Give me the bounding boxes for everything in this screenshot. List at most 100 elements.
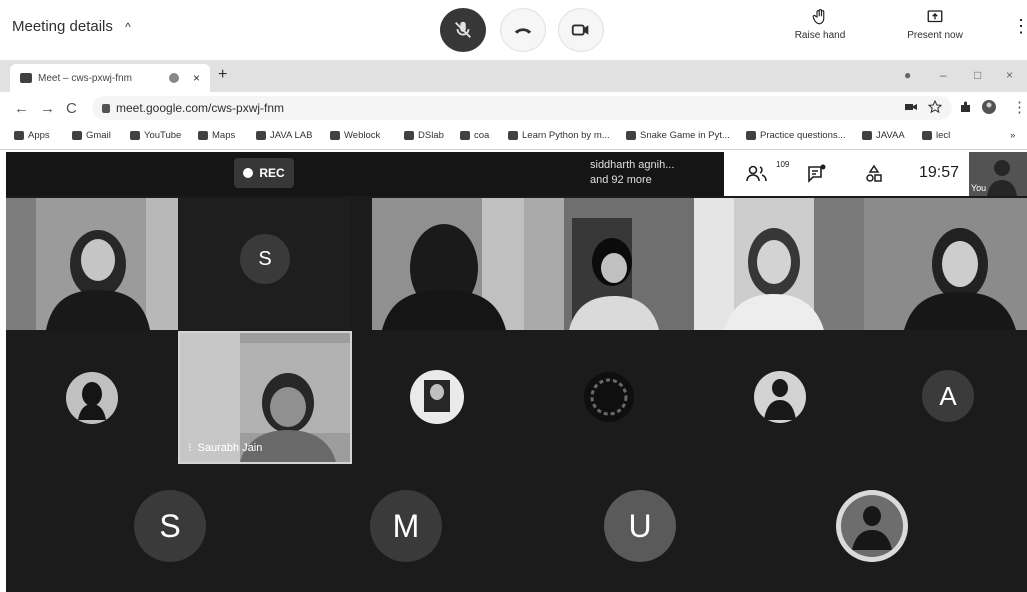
avatar[interactable] (982, 100, 996, 114)
forward-icon[interactable]: → (40, 100, 55, 117)
meeting-details-label: Meeting details (12, 18, 113, 35)
bookmark-label: YouTube (144, 130, 182, 141)
present-icon (927, 10, 943, 23)
avatar[interactable]: M (370, 490, 442, 562)
bookmark-label: Snake Game in Pyt... (640, 130, 730, 141)
avatar (66, 372, 118, 424)
participant-tile[interactable] (6, 332, 178, 462)
apps-grid-icon (14, 131, 24, 140)
bookmark-label: Gmail (86, 130, 111, 141)
bookmark-javaa[interactable]: JAVAA (862, 130, 905, 141)
audio-level-icon: ⁝ (188, 442, 192, 454)
reload-icon[interactable]: C (66, 100, 77, 117)
bookmark-label: Weblock (344, 130, 381, 141)
participant-video (6, 198, 178, 330)
folder-icon (256, 131, 266, 140)
participant-video-tile[interactable] (372, 198, 524, 330)
profile-icon[interactable]: ● (904, 68, 911, 82)
bookmark-apps[interactable]: Apps (14, 130, 50, 141)
hand-icon (812, 8, 825, 25)
bookmark-label: Practice questions... (760, 130, 846, 141)
bookmark-label: Learn Python by m... (522, 130, 610, 141)
chat-icon[interactable] (806, 164, 826, 184)
participant-video (524, 198, 659, 330)
screen: Meeting details ^ Raise hand Present now… (0, 0, 1027, 592)
bookmark-java-lab[interactable]: JAVA LAB (256, 130, 312, 141)
participant-video (694, 198, 864, 330)
participant-tile[interactable]: A (864, 332, 1027, 462)
bookmark-coa[interactable]: coa (460, 130, 489, 141)
maximize-icon[interactable]: □ (974, 68, 981, 82)
tab-title: Meet – cws-pxwj-fnm (38, 72, 132, 84)
avatar[interactable]: U (604, 490, 676, 562)
close-tab-icon[interactable]: × (193, 71, 200, 85)
back-icon[interactable]: ← (14, 100, 29, 117)
camera-in-use-icon[interactable] (904, 100, 918, 114)
avatar[interactable]: S (134, 490, 206, 562)
more-options-icon[interactable]: ⋮ (1012, 16, 1027, 37)
bookmark-label: Maps (212, 130, 236, 141)
location-pin-icon (460, 131, 470, 140)
camera-toggle-button[interactable] (558, 8, 604, 52)
activities-icon[interactable] (864, 164, 884, 184)
meeting-stage: REC siddharth agnih... and 92 more 109 1… (6, 152, 1027, 592)
participant-tile[interactable] (694, 332, 864, 462)
participant-video-tile[interactable] (6, 198, 178, 330)
raise-hand-button[interactable]: Raise hand (790, 8, 850, 41)
tab-meet[interactable]: Meet – cws-pxwj-fnm × (10, 64, 210, 92)
recording-indicator[interactable]: REC (234, 158, 294, 188)
gmail-icon (72, 131, 82, 140)
avatar (410, 370, 464, 424)
others-line-2: and 92 more (590, 174, 652, 186)
people-icon[interactable] (746, 164, 768, 184)
participant-row: S M U (6, 464, 1027, 592)
close-window-icon[interactable]: × (1006, 68, 1013, 82)
bookmark-label: coa (474, 130, 490, 141)
folder-icon (922, 131, 932, 140)
browser-tab-bar: Meet – cws-pxwj-fnm × + ● – □ × (0, 60, 1027, 92)
page-icon (508, 131, 518, 140)
camera-icon (571, 24, 589, 36)
bookmark-weblock[interactable]: Weblock (330, 130, 380, 141)
avatar[interactable] (836, 490, 908, 562)
call-info-panel: 109 19:57 (724, 152, 969, 196)
star-icon[interactable] (928, 100, 942, 114)
participant-video-tile[interactable]: ⁝ Saurabh Jain (178, 331, 352, 464)
meeting-details-button[interactable]: Meeting details ^ (12, 18, 131, 35)
youtube-icon (130, 131, 140, 140)
bookmarks-bar: Apps Gmail YouTube Maps JAVA LAB Weblock… (0, 124, 1027, 150)
participant-video (382, 198, 524, 330)
lock-icon (102, 103, 110, 113)
participant-video-tile[interactable] (694, 198, 864, 330)
participant-tile[interactable]: S (178, 198, 350, 330)
bookmark-label: DSlab (418, 130, 444, 141)
call-status-strip: REC siddharth agnih... and 92 more 109 1… (6, 152, 1027, 196)
self-view-tile[interactable]: You (969, 152, 1027, 196)
url-input[interactable]: meet.google.com/cws-pxwj-fnm (92, 96, 952, 120)
folder-icon (862, 131, 872, 140)
participant-video-tile[interactable] (524, 198, 694, 330)
chevron-up-icon: ^ (125, 20, 131, 34)
present-now-button[interactable]: Present now (900, 8, 970, 41)
participant-tile[interactable] (352, 332, 524, 462)
new-tab-icon[interactable]: + (218, 66, 227, 84)
bookmark-gmail[interactable]: Gmail (72, 130, 111, 141)
bookmark-maps[interactable]: Maps (198, 130, 235, 141)
bookmark-snake-game[interactable]: Snake Game in Pyt... (626, 130, 730, 141)
participant-name-label: ⁝ Saurabh Jain (188, 441, 262, 455)
extensions-icon[interactable] (958, 100, 972, 114)
bookmark-practice-questions[interactable]: Practice questions... (746, 130, 846, 141)
bookmark-dslab[interactable]: DSlab (404, 130, 444, 141)
leave-call-button[interactable] (500, 8, 546, 52)
avatar (584, 372, 634, 422)
participant-tile[interactable] (524, 332, 694, 462)
bookmark-youtube[interactable]: YouTube (130, 130, 181, 141)
more-bookmarks-icon[interactable]: » (1010, 130, 1015, 141)
bookmark-lecl[interactable]: lecl (922, 130, 950, 141)
mic-toggle-button[interactable] (440, 8, 486, 52)
folder-icon (404, 131, 414, 140)
bookmark-learn-python[interactable]: Learn Python by m... (508, 130, 610, 141)
minimize-icon[interactable]: – (940, 68, 947, 82)
browser-menu-icon[interactable]: ⋮ (1012, 98, 1027, 116)
participant-video-tile[interactable] (864, 198, 1027, 330)
